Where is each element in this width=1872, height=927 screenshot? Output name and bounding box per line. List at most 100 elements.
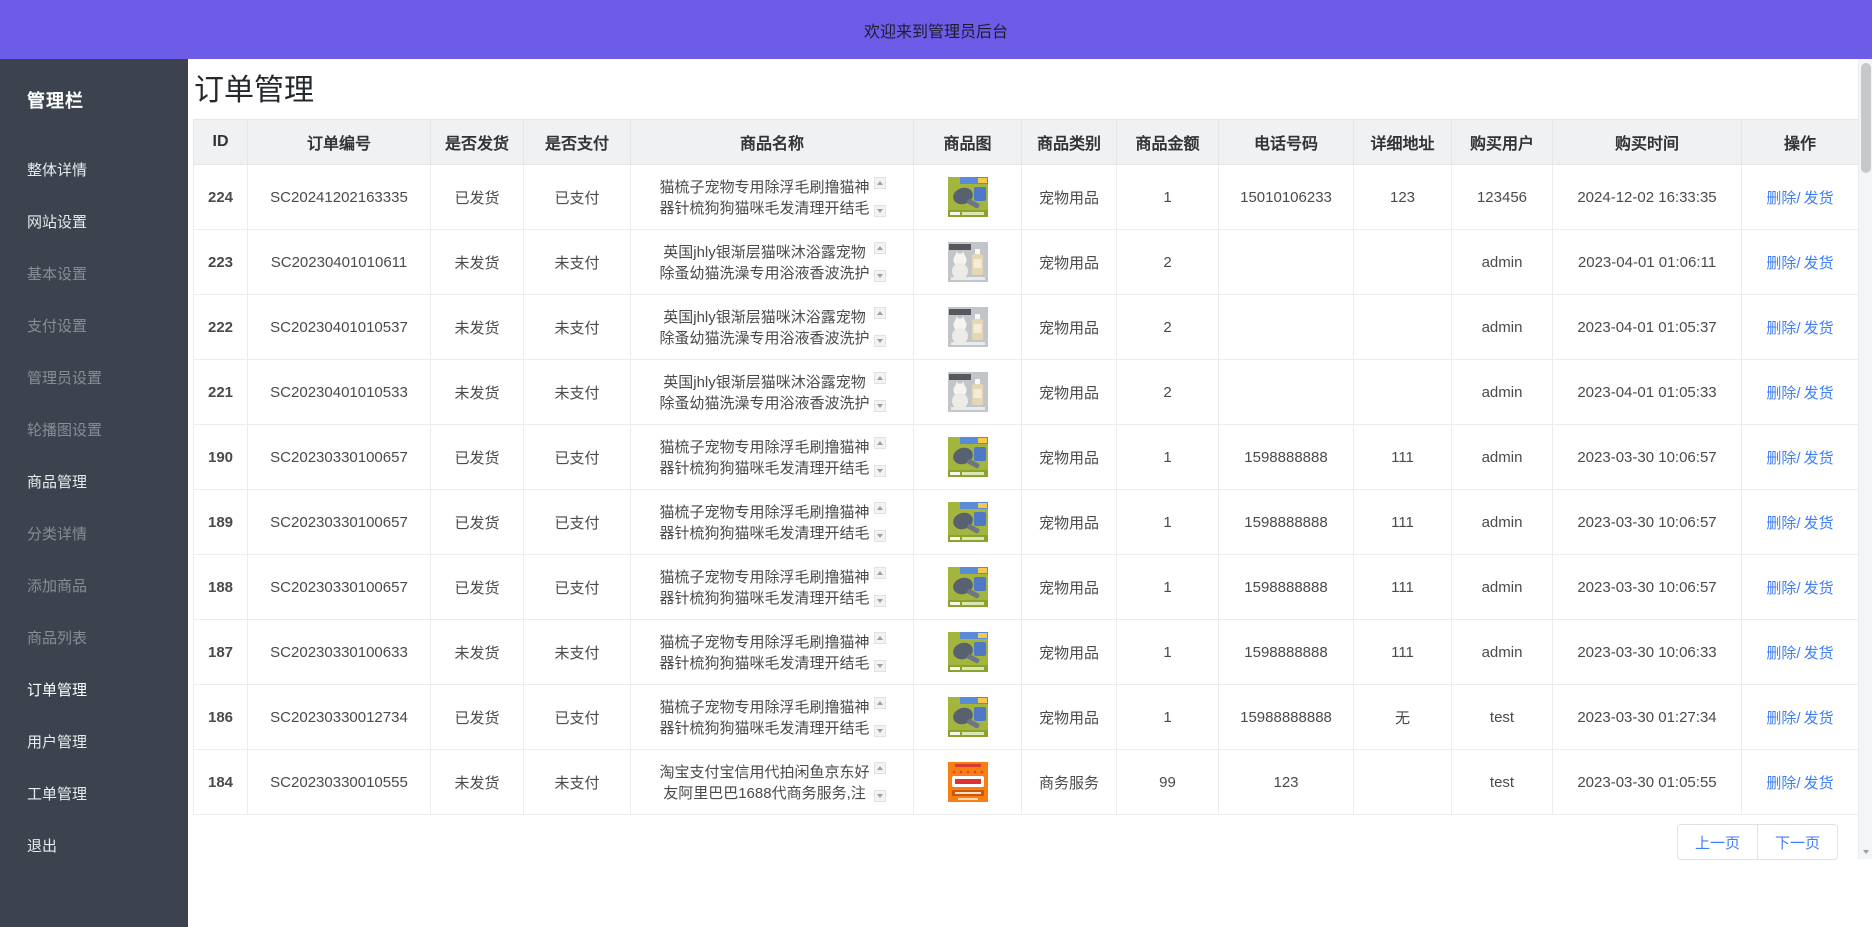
sidebar-item-8[interactable]: 添加商品 xyxy=(0,561,188,613)
scroll-down-icon[interactable] xyxy=(874,530,886,542)
sidebar-item-7[interactable]: 分类详情 xyxy=(0,509,188,561)
delete-link[interactable]: 删除 xyxy=(1766,645,1796,662)
scroll-up-icon[interactable] xyxy=(874,632,886,644)
action-separator: / xyxy=(1796,320,1800,337)
ship-link[interactable]: 发货 xyxy=(1804,450,1834,467)
delete-link[interactable]: 删除 xyxy=(1766,320,1796,337)
delete-link[interactable]: 删除 xyxy=(1766,515,1796,532)
prev-page-button[interactable]: 上一页 xyxy=(1677,824,1757,860)
scroll-up-icon[interactable] xyxy=(874,372,886,384)
ship-link[interactable]: 发货 xyxy=(1804,580,1834,597)
scroll-up-icon[interactable] xyxy=(874,437,886,449)
ship-link[interactable]: 发货 xyxy=(1804,515,1834,532)
product-image-cell xyxy=(914,165,1022,230)
product-name-scrollbar[interactable] xyxy=(874,307,886,347)
scroll-up-icon[interactable] xyxy=(874,697,886,709)
product-name-scrollbar[interactable] xyxy=(874,242,886,282)
next-page-button[interactable]: 下一页 xyxy=(1757,824,1838,860)
delete-link[interactable]: 删除 xyxy=(1766,580,1796,597)
ship-link[interactable]: 发货 xyxy=(1804,320,1834,337)
address xyxy=(1354,750,1452,815)
purchase-time: 2023-03-30 01:27:34 xyxy=(1553,685,1742,750)
scroll-down-icon[interactable] xyxy=(874,205,886,217)
sidebar-item-6[interactable]: 商品管理 xyxy=(0,457,188,509)
column-header-0: ID xyxy=(194,120,248,165)
scroll-up-icon[interactable] xyxy=(874,307,886,319)
ship-link[interactable]: 发货 xyxy=(1804,710,1834,727)
purchase-time: 2023-03-30 10:06:57 xyxy=(1553,425,1742,490)
sidebar-item-5[interactable]: 轮播图设置 xyxy=(0,405,188,457)
buyer: test xyxy=(1452,750,1553,815)
delete-link[interactable]: 删除 xyxy=(1766,190,1796,207)
sidebar-item-11[interactable]: 用户管理 xyxy=(0,717,188,769)
scroll-up-icon[interactable] xyxy=(874,502,886,514)
scroll-down-icon[interactable] xyxy=(874,595,886,607)
scrollbar-thumb[interactable] xyxy=(1861,63,1871,173)
sidebar-item-9[interactable]: 商品列表 xyxy=(0,613,188,665)
product-name-cell: 猫梳子宠物专用除浮毛刷撸猫神器针梳狗狗猫咪毛发清理开结毛 xyxy=(631,425,914,490)
product-name-scrollbar[interactable] xyxy=(874,372,886,412)
sidebar-item-10[interactable]: 订单管理 xyxy=(0,665,188,717)
scroll-up-icon[interactable] xyxy=(874,762,886,774)
product-name-scrollbar[interactable] xyxy=(874,632,886,672)
ship-link[interactable]: 发货 xyxy=(1804,775,1834,792)
action-separator: / xyxy=(1796,385,1800,402)
product-name-scrollbar[interactable] xyxy=(874,502,886,542)
delete-link[interactable]: 删除 xyxy=(1766,450,1796,467)
product-name-scrollbar[interactable] xyxy=(874,567,886,607)
ship-link[interactable]: 发货 xyxy=(1804,255,1834,272)
scroll-down-icon[interactable] xyxy=(874,270,886,282)
sidebar-item-12[interactable]: 工单管理 xyxy=(0,769,188,821)
scroll-down-icon[interactable] xyxy=(874,725,886,737)
delete-link[interactable]: 删除 xyxy=(1766,775,1796,792)
scroll-up-icon[interactable] xyxy=(874,242,886,254)
order-id: 223 xyxy=(194,230,248,295)
sidebar-item-1[interactable]: 网站设置 xyxy=(0,197,188,249)
orders-body: 224 SC20241202163335 已发货 已支付 猫梳子宠物专用除浮毛刷… xyxy=(194,165,1859,815)
order-id: 189 xyxy=(194,490,248,555)
product-name-scrollbar[interactable] xyxy=(874,697,886,737)
product-image-cell xyxy=(914,295,1022,360)
ship-status: 已发货 xyxy=(431,165,524,230)
pay-status: 已支付 xyxy=(524,555,631,620)
delete-link[interactable]: 删除 xyxy=(1766,385,1796,402)
sidebar-item-13[interactable]: 退出 xyxy=(0,821,188,873)
sidebar-item-3[interactable]: 支付设置 xyxy=(0,301,188,353)
product-name-scrollbar[interactable] xyxy=(874,762,886,802)
pay-status: 已支付 xyxy=(524,490,631,555)
ship-link[interactable]: 发货 xyxy=(1804,190,1834,207)
address xyxy=(1354,230,1452,295)
scroll-up-icon[interactable] xyxy=(874,567,886,579)
actions-cell: 删除/发货 xyxy=(1742,620,1859,685)
product-category: 宠物用品 xyxy=(1022,620,1117,685)
ship-link[interactable]: 发货 xyxy=(1804,645,1834,662)
delete-link[interactable]: 删除 xyxy=(1766,710,1796,727)
product-name-scrollbar[interactable] xyxy=(874,177,886,217)
window-scrollbar[interactable] xyxy=(1858,59,1872,859)
product-name-cell: 猫梳子宠物专用除浮毛刷撸猫神器针梳狗狗猫咪毛发清理开结毛 xyxy=(631,620,914,685)
sidebar-item-2[interactable]: 基本设置 xyxy=(0,249,188,301)
scroll-up-icon[interactable] xyxy=(874,177,886,189)
action-separator: / xyxy=(1796,515,1800,532)
action-separator: / xyxy=(1796,580,1800,597)
column-header-6: 商品类别 xyxy=(1022,120,1117,165)
scroll-down-icon[interactable] xyxy=(874,660,886,672)
scroll-down-icon[interactable] xyxy=(874,400,886,412)
product-category: 宠物用品 xyxy=(1022,230,1117,295)
order-number: SC20230330100657 xyxy=(248,490,431,555)
sidebar-item-0[interactable]: 整体详情 xyxy=(0,145,188,197)
product-category: 宠物用品 xyxy=(1022,295,1117,360)
cat-brush-green-image xyxy=(948,177,988,217)
scroll-down-icon[interactable] xyxy=(874,790,886,802)
scroll-down-icon[interactable] xyxy=(874,465,886,477)
product-name-scrollbar[interactable] xyxy=(874,437,886,477)
actions-cell: 删除/发货 xyxy=(1742,490,1859,555)
delete-link[interactable]: 删除 xyxy=(1766,255,1796,272)
scrollbar-down-arrow-icon[interactable] xyxy=(1859,845,1872,859)
pay-status: 未支付 xyxy=(524,750,631,815)
scroll-down-icon[interactable] xyxy=(874,335,886,347)
address: 111 xyxy=(1354,555,1452,620)
ship-link[interactable]: 发货 xyxy=(1804,385,1834,402)
sidebar-item-4[interactable]: 管理员设置 xyxy=(0,353,188,405)
product-name-cell: 英国jhly银渐层猫咪沐浴露宠物除蚤幼猫洗澡专用浴液香波洗护用 xyxy=(631,230,914,295)
